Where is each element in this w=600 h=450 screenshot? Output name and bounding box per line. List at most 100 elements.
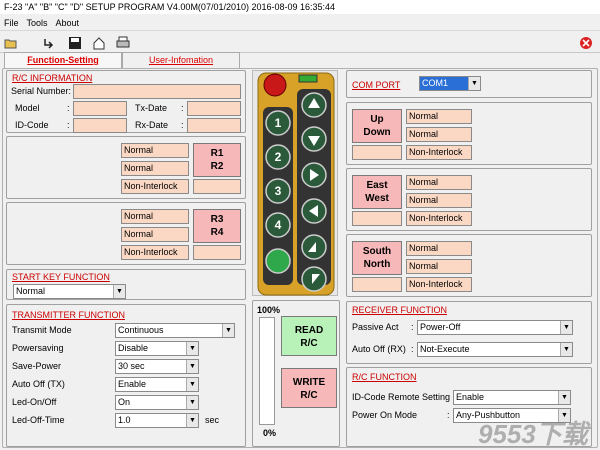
receiver-panel: RECEIVER FUNCTION Passive Act : Power-Of… bbox=[346, 301, 592, 364]
chevron-down-icon: ▼ bbox=[222, 324, 234, 337]
chevron-down-icon: ▼ bbox=[186, 342, 198, 355]
transmit-mode-value: Continuous bbox=[118, 325, 164, 335]
relay-r3r4-panel: Normal Normal Non-Interlock R3 R4 bbox=[6, 202, 246, 265]
read-rc-button[interactable]: READ R/C bbox=[281, 316, 337, 356]
save-icon[interactable] bbox=[68, 36, 82, 50]
r3r4-button[interactable]: R3 R4 bbox=[193, 209, 241, 243]
remote-image: 1 2 3 4 bbox=[252, 70, 338, 296]
save-power-select[interactable]: 30 sec ▼ bbox=[115, 359, 199, 374]
up-down-panel: Up Down Normal Normal Non-Interlock bbox=[346, 102, 592, 165]
chevron-down-icon: ▼ bbox=[113, 285, 125, 298]
id-code-remote-value: Enable bbox=[456, 392, 485, 402]
powersaving-select[interactable]: Disable ▼ bbox=[115, 341, 199, 356]
east-west-panel: East West Normal Normal Non-Interlock bbox=[346, 168, 592, 231]
save-power-label: Save-Power bbox=[12, 361, 62, 371]
home-icon[interactable] bbox=[92, 36, 106, 50]
auto-off-rx-value: Not-Execute bbox=[420, 344, 470, 354]
rc-function-heading: R/C FUNCTION bbox=[352, 372, 417, 382]
up-down-interlock: Non-Interlock bbox=[406, 145, 472, 160]
arrow-icon[interactable] bbox=[42, 36, 56, 50]
com-port-panel: COM PORT COM1 ▼ bbox=[346, 70, 592, 98]
east-west-mode-a: Normal bbox=[406, 175, 472, 190]
com-port-value: COM1 bbox=[422, 78, 449, 88]
chevron-down-icon: ▼ bbox=[186, 360, 198, 373]
rx-date-field bbox=[187, 118, 241, 133]
transmit-mode-label: Transmit Mode bbox=[12, 325, 72, 335]
led-on-off-label: Led-On/Off bbox=[12, 397, 57, 407]
led-off-time-select[interactable]: 1.0 ▼ bbox=[115, 413, 199, 428]
south-north-mode-a: Normal bbox=[406, 241, 472, 256]
remote-key-1: 1 bbox=[274, 116, 282, 130]
remote-key-2: 2 bbox=[274, 150, 282, 164]
save-power-value: 30 sec bbox=[118, 361, 145, 371]
transfer-panel: 100% 0% READ R/C WRITE R/C bbox=[252, 300, 340, 447]
rc-info-panel: R/C INFORMATION Serial Number: Model : T… bbox=[6, 70, 246, 133]
chevron-down-icon: ▼ bbox=[468, 77, 480, 90]
power-on-mode-colon: : bbox=[447, 410, 450, 420]
receiver-heading: RECEIVER FUNCTION bbox=[352, 305, 448, 315]
menu-file[interactable]: File bbox=[0, 15, 23, 31]
menu-bar: File Tools About bbox=[0, 15, 600, 31]
auto-off-rx-select[interactable]: Not-Execute ▼ bbox=[417, 342, 573, 357]
start-key-panel: START KEY FUNCTION Normal ▼ bbox=[6, 269, 246, 300]
id-code-label: ID-Code bbox=[15, 120, 49, 130]
east-west-extra bbox=[352, 211, 402, 226]
chevron-down-icon: ▼ bbox=[558, 391, 570, 404]
transmitter-heading: TRANSMITTER FUNCTION bbox=[12, 310, 125, 320]
south-north-button[interactable]: South North bbox=[352, 241, 402, 275]
watermark-logo: 9553下载 bbox=[478, 419, 588, 446]
auto-off-tx-select[interactable]: Enable ▼ bbox=[115, 377, 199, 392]
tab-function-setting[interactable]: Function-Setting bbox=[4, 52, 122, 69]
transmit-mode-select[interactable]: Continuous ▼ bbox=[115, 323, 235, 338]
chevron-down-icon: ▼ bbox=[186, 396, 198, 409]
passive-act-select[interactable]: Power-Off ▼ bbox=[417, 320, 573, 335]
passive-act-label: Passive Act bbox=[352, 322, 399, 332]
led-on-off-select[interactable]: On ▼ bbox=[115, 395, 199, 410]
progress-bar bbox=[259, 317, 275, 425]
chevron-down-icon: ▼ bbox=[186, 378, 198, 391]
south-north-panel: South North Normal Normal Non-Interlock bbox=[346, 234, 592, 297]
r1r2-button[interactable]: R1 R2 bbox=[193, 143, 241, 177]
remote-illustration bbox=[257, 72, 335, 296]
progress-max-label: 100% bbox=[257, 305, 281, 315]
south-north-interlock: Non-Interlock bbox=[406, 277, 472, 292]
auto-off-tx-label: Auto Off (TX) bbox=[12, 379, 65, 389]
relay-r3r4-mode-b: Normal bbox=[121, 227, 189, 242]
relay-r3r4-interlock: Non-Interlock bbox=[121, 245, 189, 260]
passive-act-colon: : bbox=[411, 322, 414, 332]
com-port-label: COM PORT bbox=[352, 80, 401, 90]
passive-act-value: Power-Off bbox=[420, 322, 461, 332]
relay-r1r2-extra bbox=[193, 179, 241, 194]
chevron-down-icon: ▼ bbox=[560, 321, 572, 334]
com-port-select[interactable]: COM1 ▼ bbox=[419, 76, 481, 91]
up-down-button[interactable]: Up Down bbox=[352, 109, 402, 143]
menu-about[interactable]: About bbox=[52, 15, 84, 31]
led-off-time-unit: sec bbox=[205, 415, 220, 425]
chevron-down-icon: ▼ bbox=[560, 343, 572, 356]
print-icon[interactable] bbox=[116, 36, 130, 50]
tab-user-information[interactable]: User-Infomation bbox=[122, 52, 240, 68]
window-title: F-23 "A" "B" "C" "D" SETUP PROGRAM V4.00… bbox=[0, 0, 600, 14]
close-icon[interactable] bbox=[579, 36, 593, 50]
progress-min-label: 0% bbox=[263, 428, 277, 438]
transmitter-panel: TRANSMITTER FUNCTION Transmit Mode Conti… bbox=[6, 304, 246, 447]
serial-field bbox=[73, 84, 241, 99]
up-down-extra bbox=[352, 145, 402, 160]
tx-date-label: Tx-Date bbox=[135, 103, 168, 113]
model-label: Model bbox=[15, 103, 40, 113]
model-colon: : bbox=[67, 103, 70, 113]
id-code-colon: : bbox=[67, 120, 70, 130]
relay-r1r2-mode-a: Normal bbox=[121, 143, 189, 158]
start-key-value: Normal bbox=[16, 286, 46, 296]
powersaving-label: Powersaving bbox=[12, 343, 64, 353]
write-rc-button[interactable]: WRITE R/C bbox=[281, 368, 337, 408]
east-west-button[interactable]: East West bbox=[352, 175, 402, 209]
start-key-select[interactable]: Normal ▼ bbox=[13, 284, 126, 299]
open-icon[interactable] bbox=[4, 36, 18, 50]
menu-tools[interactable]: Tools bbox=[23, 15, 52, 31]
id-code-remote-select[interactable]: Enable ▼ bbox=[453, 390, 571, 405]
power-on-mode-label: Power On Mode bbox=[352, 410, 418, 420]
relay-r3r4-mode-a: Normal bbox=[121, 209, 189, 224]
id-code-remote-label: ID-Code Remote Setting bbox=[352, 392, 451, 402]
powersaving-value: Disable bbox=[118, 343, 149, 353]
